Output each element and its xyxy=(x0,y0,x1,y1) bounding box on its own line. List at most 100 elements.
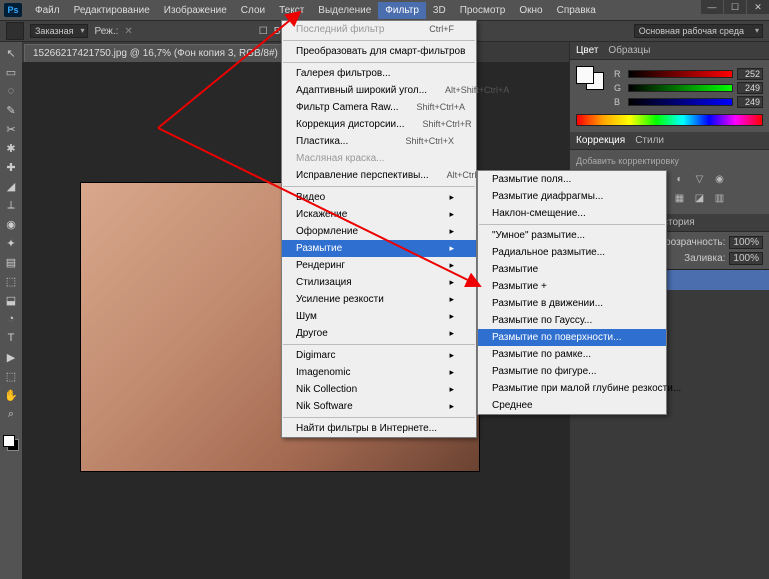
filter-wideangle[interactable]: Адаптивный широкий угол...Alt+Shift+Ctrl… xyxy=(282,82,476,99)
tool-eraser[interactable]: ✦ xyxy=(1,234,21,252)
adj-lookup-icon[interactable]: ▦ xyxy=(672,193,688,204)
tool-move[interactable]: ↖ xyxy=(1,44,21,62)
filter-plg-niksoft[interactable]: Nik Software xyxy=(282,398,476,415)
menu-file[interactable]: Файл xyxy=(28,2,67,19)
filter-sub-video[interactable]: Видео xyxy=(282,189,476,206)
filter-last[interactable]: Последний фильтрCtrl+F xyxy=(282,21,476,38)
adj-exposure-icon[interactable]: ◐ xyxy=(672,174,688,185)
filter-sub-other[interactable]: Другое xyxy=(282,325,476,342)
tool-hand[interactable]: ✋ xyxy=(1,386,21,404)
blur-item-5[interactable]: Размытие xyxy=(478,261,666,278)
blur-item-10[interactable]: Размытие по рамке... xyxy=(478,346,666,363)
blur-item-1[interactable]: Размытие диафрагмы... xyxy=(478,188,666,205)
filter-gallery[interactable]: Галерея фильтров... xyxy=(282,65,476,82)
filter-plg-digimarc[interactable]: Digimarc xyxy=(282,347,476,364)
maximize-button[interactable]: ☐ xyxy=(724,0,746,14)
adj-invert-icon[interactable]: ◪ xyxy=(692,193,708,204)
tool-history[interactable]: ◉ xyxy=(1,215,21,233)
tool-crop[interactable]: ✂ xyxy=(1,120,21,138)
current-tool-icon[interactable] xyxy=(6,22,24,40)
menu-3d[interactable]: 3D xyxy=(426,2,453,19)
filter-sub-pixelate[interactable]: Оформление xyxy=(282,223,476,240)
blur-item-9[interactable]: Размытие по поверхности... xyxy=(478,329,666,346)
tool-blur[interactable]: ⬚ xyxy=(1,272,21,290)
r-value[interactable]: 252 xyxy=(737,68,763,80)
opacity-value[interactable]: 100% xyxy=(729,236,763,249)
tool-dodge[interactable]: ⬓ xyxy=(1,291,21,309)
tools-panel: ↖ ▭ ◌ ✎ ✂ ✱ ✚ ◢ ⟂ ◉ ✦ ▤ ⬚ ⬓ ◔ T ▶ ⬚ ✋ ⌕ xyxy=(0,42,22,455)
filter-lens[interactable]: Коррекция дисторсии...Shift+Ctrl+R xyxy=(282,116,476,133)
adj-vibrance-icon[interactable]: ▽ xyxy=(692,174,708,185)
preset-dropdown[interactable]: Заказная xyxy=(30,24,88,38)
blur-item-2[interactable]: Наклон-смещение... xyxy=(478,205,666,222)
filter-sub-blur[interactable]: Размытие xyxy=(282,240,476,257)
filter-sub-sharpen[interactable]: Усиление резкости xyxy=(282,291,476,308)
menu-select[interactable]: Выделение xyxy=(311,2,378,19)
color-tab[interactable]: Цвет xyxy=(576,45,598,56)
filter-sub-distort[interactable]: Искажение xyxy=(282,206,476,223)
tool-type[interactable]: T xyxy=(1,329,21,347)
tool-wand[interactable]: ✎ xyxy=(1,101,21,119)
color-panel: R252 G249 B249 xyxy=(570,60,769,132)
filter-sub-noise[interactable]: Шум xyxy=(282,308,476,325)
tool-pen[interactable]: ◔ xyxy=(1,310,21,328)
filter-sub-render[interactable]: Рендеринг xyxy=(282,257,476,274)
r-slider[interactable] xyxy=(628,70,733,78)
blur-item-8[interactable]: Размытие по Гауссу... xyxy=(478,312,666,329)
workspace-dropdown[interactable]: Основная рабочая среда xyxy=(634,24,763,38)
blur-item-6[interactable]: Размытие + xyxy=(478,278,666,295)
spectrum-bar[interactable] xyxy=(576,114,763,126)
filter-liquify[interactable]: Пластика...Shift+Ctrl+X xyxy=(282,133,476,150)
adjust-panel-header: Коррекция Стили xyxy=(570,132,769,150)
color-swatch[interactable] xyxy=(3,435,19,451)
filter-sub-stylize[interactable]: Стилизация xyxy=(282,274,476,291)
blur-item-4[interactable]: Радиальное размытие... xyxy=(478,244,666,261)
adj-hue-icon[interactable]: ◉ xyxy=(712,174,728,185)
tool-lasso[interactable]: ◌ xyxy=(1,82,21,100)
swatches-tab[interactable]: Образцы xyxy=(608,45,650,56)
styles-tab[interactable]: Стили xyxy=(635,135,664,146)
fill-value[interactable]: 100% xyxy=(729,252,763,265)
adjust-tab[interactable]: Коррекция xyxy=(576,135,625,146)
menu-help[interactable]: Справка xyxy=(550,2,603,19)
filter-cameraraw[interactable]: Фильтр Camera Raw...Shift+Ctrl+A xyxy=(282,99,476,116)
menu-edit[interactable]: Редактирование xyxy=(67,2,157,19)
minimize-button[interactable]: — xyxy=(701,0,723,14)
menu-layers[interactable]: Слои xyxy=(234,2,272,19)
filter-smart[interactable]: Преобразовать для смарт-фильтров xyxy=(282,43,476,60)
b-value[interactable]: 249 xyxy=(737,96,763,108)
tool-zoom[interactable]: ⌕ xyxy=(1,405,21,423)
tool-gradient[interactable]: ▤ xyxy=(1,253,21,271)
tool-path[interactable]: ▶ xyxy=(1,348,21,366)
document-tab[interactable]: 15266217421750.jpg @ 16,7% (Фон копия 3,… xyxy=(24,44,308,62)
g-slider[interactable] xyxy=(628,84,733,92)
close-button[interactable]: ✕ xyxy=(747,0,769,14)
blur-item-7[interactable]: Размытие в движении... xyxy=(478,295,666,312)
color-pair-icon[interactable] xyxy=(576,66,604,90)
blur-item-12[interactable]: Размытие при малой глубине резкости... xyxy=(478,380,666,397)
menu-window[interactable]: Окно xyxy=(512,2,549,19)
tool-shape[interactable]: ⬚ xyxy=(1,367,21,385)
filter-oil[interactable]: Масляная краска... xyxy=(282,150,476,167)
tool-stamp[interactable]: ⟂ xyxy=(1,196,21,214)
menu-filter[interactable]: Фильтр xyxy=(378,2,426,19)
tool-eyedrop[interactable]: ✱ xyxy=(1,139,21,157)
b-slider[interactable] xyxy=(628,98,733,106)
tool-heal[interactable]: ✚ xyxy=(1,158,21,176)
blur-item-0[interactable]: Размытие поля... xyxy=(478,171,666,188)
blur-item-13[interactable]: Среднее xyxy=(478,397,666,414)
menu-view[interactable]: Просмотр xyxy=(453,2,513,19)
blur-item-11[interactable]: Размытие по фигуре... xyxy=(478,363,666,380)
menu-text[interactable]: Текст xyxy=(272,2,311,19)
menu-image[interactable]: Изображение xyxy=(157,2,234,19)
blur-item-3[interactable]: "Умное" размытие... xyxy=(478,227,666,244)
adj-poster-icon[interactable]: ▥ xyxy=(712,193,728,204)
filter-plg-nikcoll[interactable]: Nik Collection xyxy=(282,381,476,398)
filter-browse[interactable]: Найти фильтры в Интернете... xyxy=(282,420,476,437)
g-value[interactable]: 249 xyxy=(737,82,763,94)
tool-marquee[interactable]: ▭ xyxy=(1,63,21,81)
filter-plg-imagenomic[interactable]: Imagenomic xyxy=(282,364,476,381)
blur-submenu: Размытие поля...Размытие диафрагмы...Нак… xyxy=(477,170,667,415)
filter-vanish[interactable]: Исправление перспективы...Alt+Ctrl+V xyxy=(282,167,476,184)
tool-brush[interactable]: ◢ xyxy=(1,177,21,195)
